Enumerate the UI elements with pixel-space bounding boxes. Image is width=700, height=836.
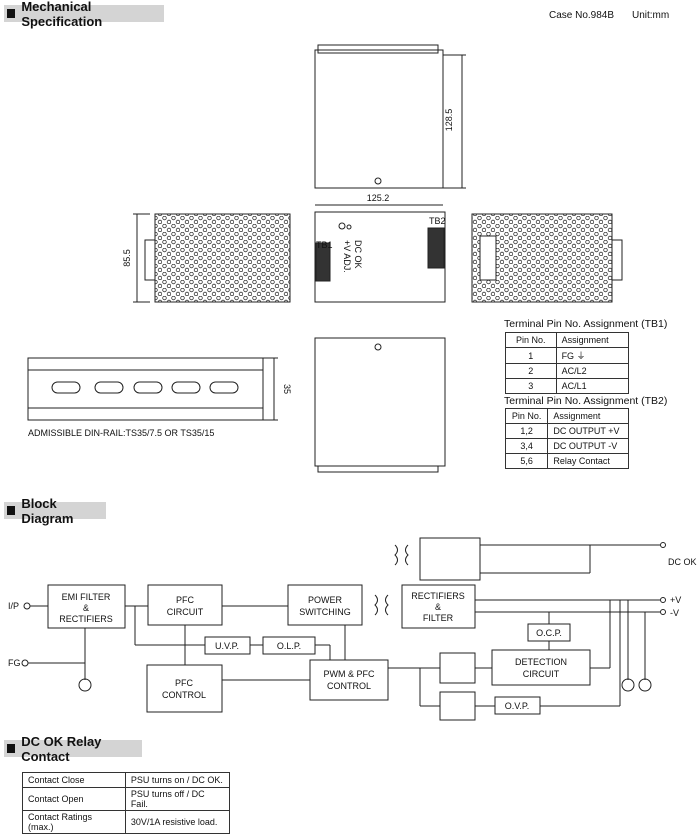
cell: 3: [505, 378, 557, 394]
power-switching-label: POWER: [308, 595, 343, 605]
emi-filter-label: RECTIFIERS: [59, 614, 113, 624]
fg-label: FG: [8, 658, 21, 668]
pwm-control-label: PWM & PFC: [324, 669, 375, 679]
tb2-table: Pin No. Assignment 1,2 DC OUTPUT +V 3,4 DC …: [504, 408, 629, 469]
unit: Unit:mm: [632, 10, 670, 21]
cell: Contact Ratings (max.): [22, 810, 126, 834]
rectifiers-label: &: [435, 602, 441, 612]
section-title: Block Diagram: [21, 495, 74, 526]
cell: AC/L1: [555, 378, 630, 394]
ovp-label: O.V.P.: [505, 701, 530, 711]
cell: 1,2: [504, 423, 549, 439]
cell: 30V/1A resistive load.: [124, 810, 231, 834]
block-diagram: [21, 537, 666, 721]
emi-filter-label: &: [83, 603, 89, 613]
pwm-control-label: CONTROL: [327, 681, 371, 691]
cell: PSU turns off / DC Fail.: [124, 787, 231, 811]
emi-filter-label: EMI FILTER: [62, 592, 111, 602]
pfc-circuit-label: PFC: [176, 595, 195, 605]
tb2-label: TB2: [429, 216, 446, 226]
power-switching-label: SWITCHING: [299, 607, 351, 617]
dim-width: 125.2: [367, 193, 390, 203]
detection-label: CIRCUIT: [523, 669, 560, 679]
dim-height: 128.5: [444, 109, 454, 132]
cell: 3,4: [504, 438, 549, 454]
dim-depth: 85.5: [122, 249, 132, 267]
cell: 5,6: [504, 453, 549, 469]
vadj-label: +V ADJ.: [342, 240, 352, 273]
cell: Contact Open: [22, 787, 126, 811]
section-mechanical: Mechanical Specification: [4, 0, 164, 29]
case-no: Case No.984B: [549, 10, 615, 21]
header: Assignment: [555, 332, 630, 348]
cell: Relay Contact: [547, 453, 629, 469]
section-relay: DC OK Relay Contact: [4, 734, 142, 764]
header: Pin No.: [505, 332, 557, 348]
plus-v-label: +V: [670, 595, 681, 605]
cell: 2: [505, 363, 557, 379]
cell: PSU turns on / DC OK.: [124, 772, 231, 788]
header: Pin No.: [504, 408, 549, 424]
rectifiers-label: RECTIFIERS: [411, 591, 465, 601]
cell: AC/L2: [555, 363, 630, 379]
cell: DC OUTPUT +V: [547, 423, 629, 439]
tb1-table: Pin No. Assignment 1 FG ⏚ 2 AC/L2 3 AC/L1: [505, 332, 630, 394]
cell: Contact Close: [22, 772, 126, 788]
datasheet-page: 125.2 128.5 85.5 35 TB1 TB2 DC OK +V ADJ…: [0, 0, 700, 836]
cell: 1: [505, 347, 557, 364]
rectifiers-label: FILTER: [423, 613, 454, 623]
uvp-label: U.V.P.: [215, 641, 239, 651]
din-rail-view: [27, 357, 278, 421]
olp-label: O.L.P.: [277, 641, 301, 651]
section-block-diagram: Block Diagram: [4, 496, 106, 526]
dim-rail: 35: [282, 384, 292, 394]
cell: FG ⏚: [555, 347, 630, 364]
pfc-control-label: CONTROL: [162, 690, 206, 700]
header: Assignment: [547, 408, 629, 424]
din-rail-note: ADMISSIBLE DIN-RAIL:TS35/7.5 OR TS35/15: [28, 428, 214, 438]
relay-table: Contact Close PSU turns on / DC OK. Conta…: [22, 772, 231, 834]
pfc-circuit-label: CIRCUIT: [167, 607, 204, 617]
pfc-control-label: PFC: [175, 678, 194, 688]
ocp-label: O.C.P.: [536, 628, 562, 638]
front-view: [314, 211, 446, 303]
tb2-title: Terminal Pin No. Assignment (TB2): [504, 395, 668, 407]
bottom-view: [314, 337, 446, 473]
detection-label: DETECTION: [515, 657, 567, 667]
cell: DC OUTPUT -V: [547, 438, 629, 454]
input-label: I/P: [8, 601, 19, 611]
section-title: DC OK Relay Contact: [21, 733, 102, 764]
tb1-title: Terminal Pin No. Assignment (TB1): [504, 318, 668, 330]
dc-ok-led-label: DC OK: [353, 240, 363, 269]
section-title: Mechanical Specification: [21, 0, 103, 29]
right-side-view: [471, 213, 623, 303]
left-side-view: [133, 213, 291, 303]
dc-ok-output-label: DC OK: [668, 557, 697, 567]
minus-v-label: -V: [670, 608, 679, 618]
tb1-label: TB1: [316, 240, 333, 250]
